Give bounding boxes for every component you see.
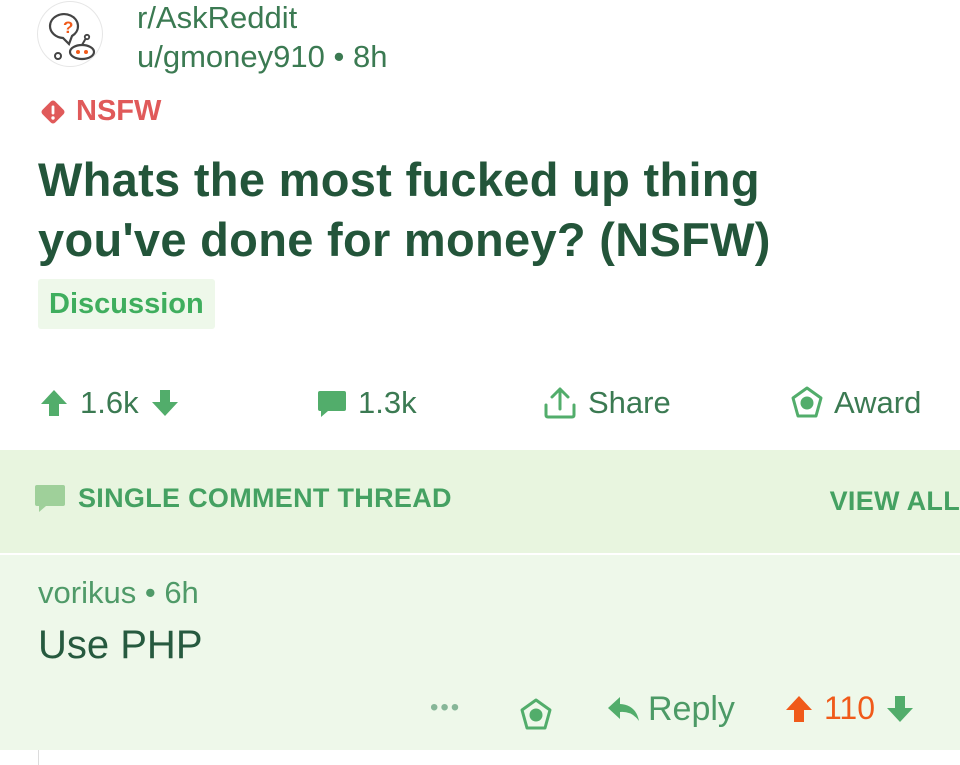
share-upload-icon [542,385,578,421]
subreddit-link[interactable]: r/AskReddit [137,0,297,36]
separator-dot: • [333,39,345,74]
comment-card: vorikus • 6h Use PHP ••• Reply 110 [0,555,960,750]
thread-title: SINGLE COMMENT THREAD [78,482,452,513]
post-author-line: u/gmoney910 • 8h [137,39,387,75]
comment-count: 1.3k [358,385,417,420]
arrow-down-icon[interactable] [149,387,181,419]
comment-score: 110 [824,690,876,726]
more-options-button[interactable]: ••• [430,694,461,722]
arrow-down-icon[interactable] [885,693,915,725]
comment-vote-group: 110 [784,690,915,727]
nsfw-label: NSFW [76,95,162,127]
warning-diamond-icon [38,97,68,127]
comment-bubble-icon [33,482,67,514]
award-button[interactable]: Award [790,378,921,428]
thread-title-group: SINGLE COMMENT THREAD [33,482,452,514]
post-flair[interactable]: Discussion [38,279,215,329]
comment-meta: vorikus • 6h [38,575,199,611]
vote-count: 1.6k [80,385,139,420]
comments-button[interactable]: 1.3k [316,378,417,428]
post-action-bar: 1.6k 1.3k Share Award [0,378,960,428]
comment-action-bar: ••• Reply 110 [0,690,960,736]
vote-group: 1.6k [38,378,181,428]
comment-bubble-icon [316,387,348,419]
nsfw-tag: NSFW [38,95,161,128]
post-author[interactable]: u/gmoney910 [137,39,325,74]
askreddit-snoo-icon[interactable]: ? [38,2,102,66]
reply-label: Reply [648,690,735,728]
arrow-up-icon[interactable] [784,693,814,725]
view-all-link[interactable]: VIEW ALL [830,486,960,517]
reply-button[interactable]: Reply [606,690,735,729]
separator-dot: • [144,575,156,610]
comment-body: Use PHP [38,623,203,667]
post-title[interactable]: Whats the most fucked up thing you've do… [38,150,918,270]
arrow-up-icon[interactable] [38,387,70,419]
award-badge-icon[interactable] [519,698,553,732]
thread-header: SINGLE COMMENT THREAD VIEW ALL [0,450,960,553]
award-label: Award [834,385,922,420]
comment-author[interactable]: vorikus [38,575,136,610]
svg-text:?: ? [63,18,73,37]
post-card: ? r/AskReddit u/gmoney910 • 8h NSFW What… [0,0,960,450]
share-button[interactable]: Share [542,378,671,428]
comment-age: 6h [164,575,199,610]
reply-arrow-icon [606,695,642,725]
award-badge-icon [790,386,824,420]
post-age: 8h [352,39,388,74]
thread-divider [38,750,39,765]
share-label: Share [588,385,671,420]
